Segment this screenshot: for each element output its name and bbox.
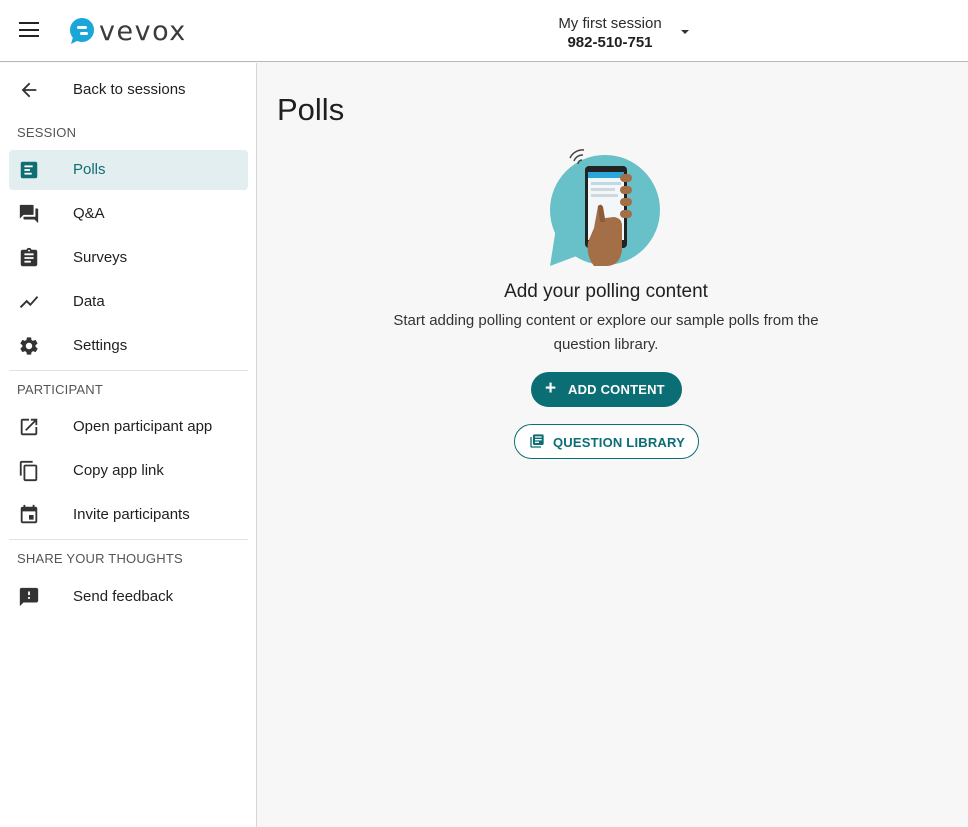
- section-title-participant: PARTICIPANT: [17, 382, 103, 397]
- plus-icon: +: [545, 378, 557, 399]
- empty-state-description: Start adding polling content or explore …: [376, 309, 836, 357]
- add-content-button[interactable]: + ADD CONTENT: [531, 372, 682, 407]
- sidebar-item-label: Surveys: [73, 249, 128, 266]
- sidebar-item-polls[interactable]: Polls: [9, 150, 248, 190]
- gear-icon: [20, 337, 38, 355]
- calendar-icon: [20, 504, 38, 524]
- sidebar-item-settings[interactable]: Settings: [9, 326, 248, 366]
- sidebar-item-label: Send feedback: [73, 588, 174, 605]
- menu-icon[interactable]: [19, 22, 39, 37]
- sidebar-item-qa[interactable]: Q&A: [9, 194, 248, 234]
- sidebar-item-label: Copy app link: [73, 462, 164, 479]
- sidebar-divider: [9, 539, 248, 540]
- back-to-sessions[interactable]: Back to sessions: [9, 70, 248, 110]
- vevox-logo-icon: [70, 18, 94, 44]
- sidebar-item-invite-participants[interactable]: Invite participants: [9, 495, 248, 535]
- empty-state-description-line: question library.: [553, 336, 659, 353]
- empty-state-description-line: Start adding polling content or explore …: [393, 312, 819, 329]
- sidebar-item-label: Open participant app: [73, 418, 213, 435]
- trend-icon: [19, 296, 39, 308]
- empty-state-title: Add your polling content: [504, 281, 708, 302]
- question-library-button[interactable]: QUESTION LIBRARY: [514, 424, 699, 459]
- add-content-label: ADD CONTENT: [568, 382, 665, 397]
- sidebar-item-open-participant-app[interactable]: Open participant app: [9, 407, 248, 447]
- sidebar: Back to sessions SESSION Polls Q&A Surve…: [0, 63, 257, 827]
- sidebar-item-data[interactable]: Data: [9, 282, 248, 322]
- caret-down-icon: [681, 30, 689, 34]
- sidebar-item-label: Settings: [73, 337, 128, 354]
- sidebar-item-label: Invite participants: [73, 506, 190, 523]
- sidebar-item-surveys[interactable]: Surveys: [9, 238, 248, 278]
- brand-name: vevox: [99, 15, 187, 47]
- clipboard-icon: [20, 247, 38, 267]
- sidebar-item-copy-app-link[interactable]: Copy app link: [9, 451, 248, 491]
- sidebar-item-send-feedback[interactable]: Send feedback: [9, 577, 248, 617]
- question-library-label: QUESTION LIBRARY: [553, 435, 686, 450]
- forum-icon: [19, 204, 39, 224]
- sidebar-item-label: Q&A: [73, 205, 105, 222]
- back-label: Back to sessions: [73, 81, 186, 98]
- session-selector[interactable]: My first session 982-510-751: [540, 14, 700, 54]
- sidebar-item-label: Polls: [73, 161, 106, 178]
- feedback-icon: [19, 587, 39, 607]
- copy-icon: [19, 460, 38, 482]
- sidebar-item-label: Data: [73, 293, 105, 310]
- sidebar-divider: [9, 370, 248, 371]
- page-title: Polls: [277, 92, 345, 127]
- polls-icon: [20, 161, 38, 179]
- top-bar: vevox My first session 982-510-751: [0, 0, 968, 62]
- arrow-back-icon: [21, 82, 37, 98]
- main-content: Polls Add your polling content Start add…: [258, 63, 968, 827]
- section-title-share-thoughts: SHARE YOUR THOUGHTS: [17, 551, 183, 566]
- session-name: My first session: [558, 15, 662, 32]
- section-title-session: SESSION: [17, 125, 77, 140]
- vevox-logo[interactable]: vevox: [69, 15, 187, 47]
- session-code: 982-510-751: [567, 34, 653, 51]
- open-external-icon: [20, 418, 38, 436]
- library-books-icon: [530, 434, 544, 448]
- phone-poll-illustration: [550, 149, 660, 266]
